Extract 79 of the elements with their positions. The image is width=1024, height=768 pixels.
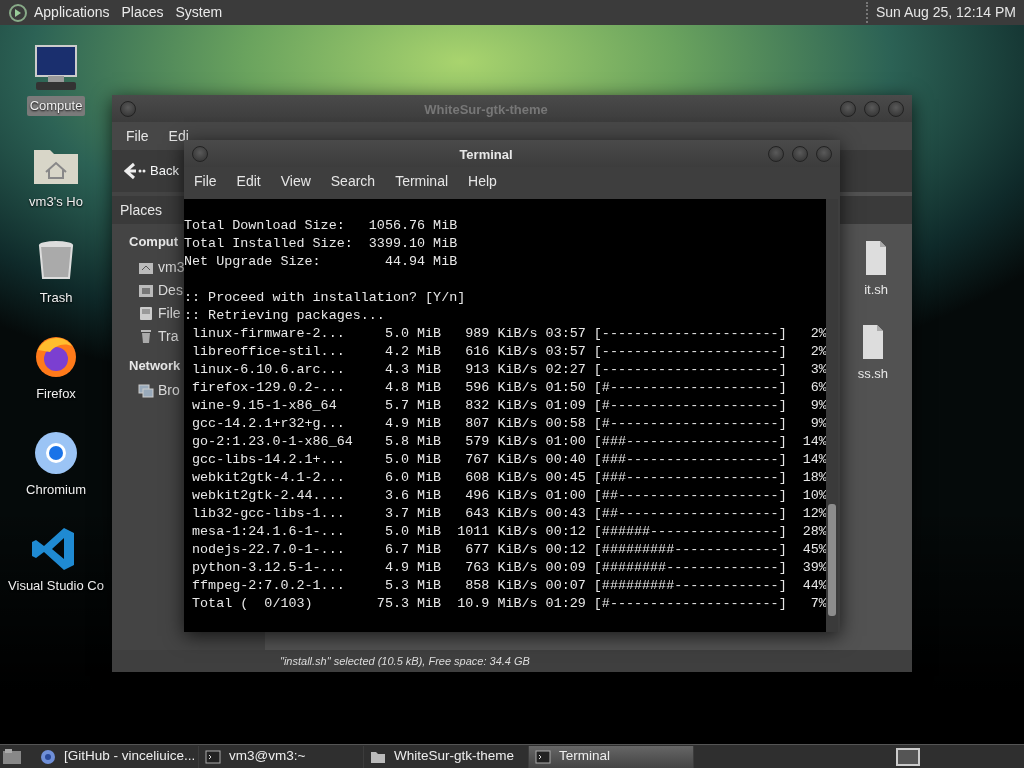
- desktop-icon: [138, 282, 154, 298]
- sidebar-item[interactable]: Des: [138, 278, 183, 302]
- window-title: Terminal: [459, 146, 513, 162]
- window-menu-button[interactable]: [120, 100, 136, 117]
- terminal-line: wine-9.15-1-x86_64 5.7 MiB 832 KiB/s 01:09 [#---------------------] 9%: [191, 397, 826, 415]
- sidebar-item[interactable]: Tra: [138, 324, 179, 348]
- sidebar-item[interactable]: File: [138, 301, 181, 325]
- maximize-button[interactable]: [864, 100, 880, 117]
- terminal-line: libreoffice-stil... 4.2 MiB 616 KiB/s 03:57 [----------------------] 2%: [191, 343, 826, 361]
- sidebar-heading: Network: [129, 356, 181, 375]
- terminal-line: Net Upgrade Size: 44.94 MiB: [184, 253, 459, 269]
- trash-icon: [138, 328, 154, 344]
- sidebar-heading: Comput: [129, 233, 179, 251]
- network-icon: [138, 382, 154, 399]
- menu-item[interactable]: File: [184, 170, 227, 192]
- terminal-line: go-2:1.23.0-1-x86_64 5.8 MiB 579 KiB/s 01:00 [###-------------------] 14%: [191, 433, 826, 451]
- status-text: "install.sh" selected (10.5 kB), Free space: 34.4 GB: [280, 653, 530, 669]
- terminal-line: linux-firmware-2... 5.0 MiB 989 KiB/s 03:57 [----------------------] 2%: [191, 325, 826, 343]
- panel-menu[interactable]: Applications: [28, 2, 116, 23]
- desktop-icon-label[interactable]: Trash: [36, 288, 76, 308]
- scrollbar[interactable]: [826, 199, 838, 632]
- menu-item[interactable]: View: [270, 170, 321, 192]
- globe-icon: [40, 748, 56, 765]
- document-icon: [865, 240, 888, 276]
- menu-item[interactable]: Help: [458, 170, 507, 192]
- taskbar-button[interactable]: Terminal: [529, 745, 694, 768]
- minimize-button[interactable]: [768, 145, 784, 162]
- file-label[interactable]: ss.sh: [857, 363, 888, 383]
- maximize-button[interactable]: [792, 145, 808, 162]
- terminal-line: firefox-129.0.2-... 4.8 MiB 596 KiB/s 01:50 [#---------------------] 6%: [191, 379, 826, 397]
- terminal-line: Total Download Size: 1056.76 MiB: [184, 217, 459, 235]
- terminal-line: :: Retrieving packages...: [184, 307, 386, 325]
- terminal-line: :: Proceed with installation? [Y/n]: [184, 289, 467, 307]
- window-menu-button[interactable]: [192, 145, 208, 162]
- launcher-logo-icon[interactable]: [8, 2, 28, 23]
- terminal-line: linux-6.10.6.arc... 4.3 MiB 913 KiB/s 02:27 [----------------------] 3%: [191, 361, 826, 379]
- terminal-line: python-3.12.5-1-... 4.9 MiB 763 KiB/s 00:09 [########--------------] 39%: [191, 559, 826, 577]
- back-button[interactable]: Back: [120, 157, 183, 185]
- minimize-button[interactable]: [840, 100, 856, 117]
- desktop-icon-label[interactable]: Compute: [26, 96, 86, 116]
- document-icon: [861, 323, 884, 360]
- workspace-switcher[interactable]: [896, 747, 920, 766]
- sidebar-item[interactable]: vm3: [138, 255, 185, 279]
- terminal-line: Total Installed Size: 3399.10 MiB: [184, 235, 459, 253]
- drive-icon: [138, 305, 154, 321]
- terminal-line: Total ( 0/103) 75.3 MiB 10.9 MiB/s 01:29 [#---------------------] 7%: [191, 595, 826, 613]
- menu-item[interactable]: Edit: [226, 170, 271, 192]
- sidebar-item[interactable]: Bro: [138, 379, 180, 402]
- terminal-line: ffmpeg-2:7.0.2-1... 5.3 MiB 858 KiB/s 00:07 [#########-------------] 44%: [191, 577, 826, 595]
- terminal-line: mesa-1:24.1.6-1-... 5.0 MiB 1011 KiB/s 00:12 [######----------------] 28%: [191, 523, 826, 541]
- terminal-icon: [205, 748, 221, 765]
- close-button[interactable]: [816, 145, 832, 162]
- desktop-icon-label[interactable]: Visual Studio Co: [5, 576, 107, 596]
- menu-item[interactable]: Edi: [158, 125, 199, 147]
- show-desktop-icon[interactable]: [2, 747, 22, 766]
- close-button[interactable]: [888, 100, 904, 117]
- terminal-line: lib32-gcc-libs-1... 3.7 MiB 643 KiB/s 00:43 [##--------------------] 12%: [191, 505, 826, 523]
- back-arrow-icon: [124, 162, 146, 180]
- terminal-line: webkit2gtk-4.1-2... 6.0 MiB 608 KiB/s 00:45 [###-------------------] 18%: [191, 469, 826, 487]
- desktop-icon-label[interactable]: Chromium: [23, 480, 89, 500]
- menu-item[interactable]: Terminal: [385, 170, 459, 192]
- taskbar-button[interactable]: [GitHub - vinceliuice...: [34, 745, 199, 768]
- menu-item[interactable]: Search: [320, 170, 386, 192]
- menu-item[interactable]: File: [116, 125, 159, 147]
- file-label[interactable]: it.sh: [864, 280, 888, 300]
- terminal-line: nodejs-22.7.0-1-... 6.7 MiB 677 KiB/s 00:12 [#########-------------] 45%: [191, 541, 826, 559]
- desktop-icon-label[interactable]: Firefox: [33, 384, 79, 404]
- terminal-line: gcc-14.2.1+r32+g... 4.9 MiB 807 KiB/s 00:58 [#---------------------] 9%: [191, 415, 826, 433]
- terminal-icon: [535, 748, 551, 765]
- panel-menu[interactable]: System: [169, 2, 229, 23]
- terminal-line: gcc-libs-14.2.1+... 5.0 MiB 767 KiB/s 00:40 [###-------------------] 14%: [191, 451, 826, 469]
- desktop-icon-label[interactable]: vm3's Ho: [26, 192, 86, 212]
- places-dropdown[interactable]: Places: [112, 196, 184, 224]
- window-title: WhiteSur-gtk-theme: [424, 101, 548, 117]
- scrollbar-thumb[interactable]: [828, 504, 836, 616]
- terminal-line: webkit2gtk-2.44.... 3.6 MiB 496 KiB/s 01:00 [##--------------------] 10%: [191, 487, 826, 505]
- clock[interactable]: Sun Aug 25, 12:14 PM: [865, 2, 1024, 23]
- taskbar-button[interactable]: vm3@vm3:~: [199, 745, 364, 768]
- panel-menu[interactable]: Places: [115, 2, 170, 23]
